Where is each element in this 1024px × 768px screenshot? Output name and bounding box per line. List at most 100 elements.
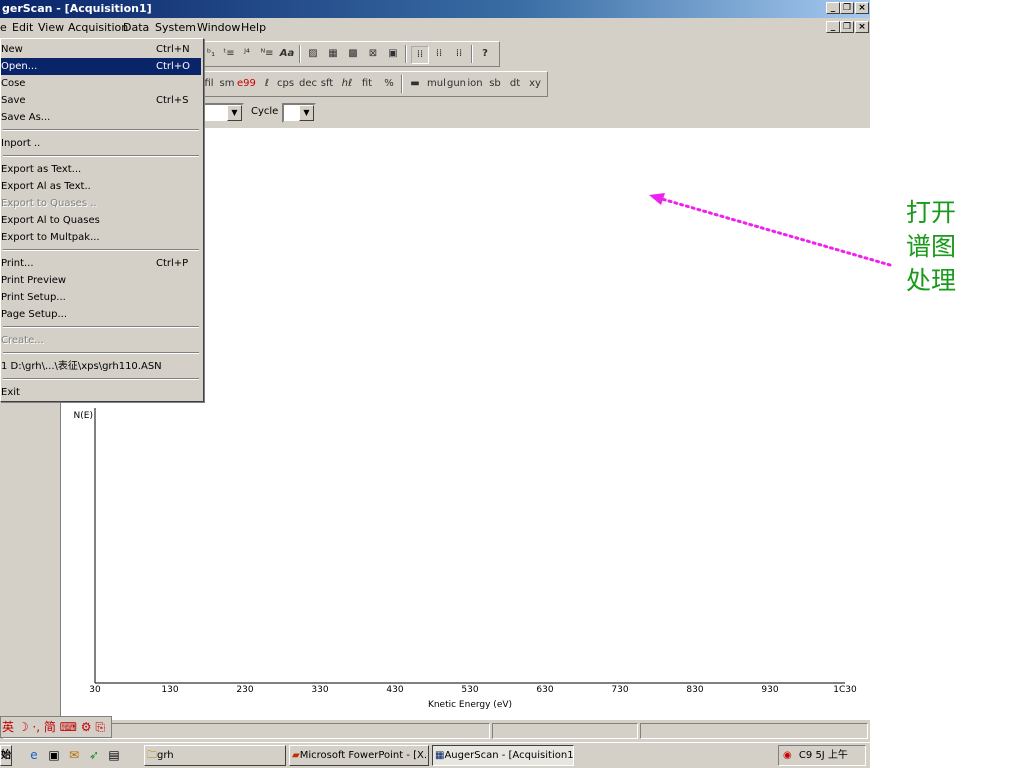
file-menu-item[interactable]: Print Preview xyxy=(1,272,201,289)
x-tick-label: 730 xyxy=(611,685,628,695)
menu-item-shortcut: Ctrl+P xyxy=(156,258,189,269)
chevron-down-icon[interactable]: ▼ xyxy=(227,105,242,121)
file-menu-item[interactable]: Export Al as Text.. xyxy=(1,178,201,195)
window-icon[interactable]: ▦ xyxy=(325,46,341,62)
fit-icon[interactable]: fit xyxy=(359,76,375,92)
menu-item-label: Cose xyxy=(1,78,26,89)
menu-data[interactable]: Data xyxy=(123,21,149,34)
line-icon[interactable]: ℓ xyxy=(259,76,275,92)
taskbar-button-grh[interactable]: 🗀grh xyxy=(144,745,286,766)
cycle-label: Cycle xyxy=(251,106,279,117)
file-menu-dropdown: New Ctrl+N Open... Ctrl+O Cose Save Ctrl+S Save… xyxy=(0,38,204,402)
align-left-icon[interactable]: ᴺ≡ xyxy=(259,46,275,62)
file-menu-item[interactable]: Save Ctrl+S xyxy=(1,92,201,109)
minimize-button[interactable]: _ xyxy=(826,2,840,14)
file-menu-item[interactable]: Export as Text... xyxy=(1,161,201,178)
file-menu-item[interactable]: Print Setup... xyxy=(1,289,201,306)
x-tick-label: 830 xyxy=(686,685,703,695)
file-menu-item[interactable]: Print... Ctrl+P xyxy=(1,255,201,272)
file-menu-item[interactable]: Cose xyxy=(1,75,201,92)
shift-icon[interactable]: sft xyxy=(319,76,335,92)
menu-item-label: Export Al to Quases xyxy=(1,215,100,226)
cycle-select[interactable]: ▼ xyxy=(282,103,316,123)
status-pane-3 xyxy=(640,723,868,739)
menu-view[interactable]: View xyxy=(38,21,64,34)
annotation-line: 处理 xyxy=(906,266,957,295)
menu-window[interactable]: Window xyxy=(197,21,240,34)
doc-icon[interactable]: ▣ xyxy=(385,46,401,62)
image-icon[interactable]: ▩ xyxy=(345,46,361,62)
folder-icon: 🗀 xyxy=(147,750,157,761)
menu-help[interactable]: Help xyxy=(241,21,266,34)
x-tick-label: 530 xyxy=(461,685,478,695)
font-aa-icon[interactable]: Aa xyxy=(279,46,295,62)
mdi-restore-button[interactable]: ❐ xyxy=(840,21,854,33)
x-tick-label: 930 xyxy=(761,685,778,695)
menu-separator xyxy=(3,249,199,251)
sort-icon[interactable]: ᵇ₁ xyxy=(203,46,219,62)
desktop-icon[interactable]: ▣ xyxy=(46,747,62,763)
menu-item-label: Exit xyxy=(1,387,20,398)
ion-icon[interactable]: ion xyxy=(467,76,483,92)
cps-icon[interactable]: cps xyxy=(277,76,294,92)
file-menu-item[interactable]: 1 D:\grh\...\表征\xps\grh110.ASN xyxy=(1,358,201,375)
file-menu-item[interactable]: Exit xyxy=(1,384,201,401)
file-menu-item: Export to Quases .. xyxy=(1,195,201,212)
powerpoint-icon: ▰ xyxy=(292,750,300,761)
grid-select-icon[interactable]: ⁞⁞ xyxy=(411,46,429,64)
menu-item-shortcut: Ctrl+S xyxy=(156,95,189,106)
outlook-icon[interactable]: ✉ xyxy=(66,747,82,763)
menu-file[interactable]: e xyxy=(0,21,7,34)
x-axis-label: Knetic Energy (eV) xyxy=(428,700,512,710)
sort-desc-icon[interactable]: ᵗ≡ xyxy=(221,46,237,62)
mdi-minimize-button[interactable]: _ xyxy=(826,21,840,33)
taskbar-button-label: Microsoft FowerPoint - [X... xyxy=(299,750,429,761)
file-menu-item[interactable]: Export Al to Quases xyxy=(1,212,201,229)
dt-icon[interactable]: dt xyxy=(507,76,523,92)
mul-icon[interactable]: mul xyxy=(427,76,446,92)
start-button[interactable]: 始 xyxy=(0,745,12,766)
toolbar-separator xyxy=(471,45,473,63)
menu-item-label: Export to Multpak... xyxy=(1,232,100,243)
chart-icon[interactable]: ▨ xyxy=(305,46,321,62)
restore-button[interactable]: ❐ xyxy=(840,2,854,14)
xy-icon[interactable]: xy xyxy=(527,76,543,92)
menu-acquisition[interactable]: Acquisition xyxy=(68,21,128,34)
bar-icon[interactable]: ▬ xyxy=(407,76,423,92)
taskbar-button-powerpoint[interactable]: ▰Microsoft FowerPoint - [X... xyxy=(289,745,429,766)
grid3-icon[interactable]: ⁞⁞ xyxy=(451,46,467,62)
arrow-icon[interactable]: ➶ xyxy=(86,747,102,763)
app-icon[interactable]: ▤ xyxy=(106,747,122,763)
sb-icon[interactable]: sb xyxy=(487,76,503,92)
ime-toolbar[interactable]: 英 ☽ ·, 简 ⌨ ⚙ ⎘ xyxy=(0,716,112,738)
file-menu-item[interactable]: Save As... xyxy=(1,109,201,126)
help-icon[interactable]: ? xyxy=(477,46,493,62)
ie-icon[interactable]: e xyxy=(26,747,42,763)
height-icon[interactable]: ℎℓ xyxy=(339,76,355,92)
gun-icon[interactable]: gun xyxy=(447,76,466,92)
menu-system[interactable]: System xyxy=(155,21,196,34)
menu-edit[interactable]: Edit xyxy=(12,21,33,34)
toolbar-row2: fil sm e99 ℓ cps dec sft ℎℓ fit % ▬ mul … xyxy=(200,71,548,97)
file-menu-item[interactable]: New Ctrl+N xyxy=(1,41,201,58)
file-menu-item[interactable]: Inport .. xyxy=(1,135,201,152)
mdi-close-button[interactable]: × xyxy=(855,21,869,33)
menu-separator xyxy=(3,352,199,354)
region-select[interactable]: ▼ xyxy=(200,103,244,123)
menu-item-label: Open... xyxy=(1,61,38,72)
file-menu-item[interactable]: Page Setup... xyxy=(1,306,201,323)
file-menu-item[interactable]: Export to Multpak... xyxy=(1,229,201,246)
close-button[interactable]: × xyxy=(855,2,869,14)
grid2-icon[interactable]: ⁞⁞ xyxy=(431,46,447,62)
crop-icon[interactable]: ⊠ xyxy=(365,46,381,62)
align-right-icon[interactable]: ᴶ⁴ xyxy=(239,46,255,62)
menu-item-label: New xyxy=(1,44,23,55)
e99-icon[interactable]: e99 xyxy=(237,76,256,92)
tray-app-icon[interactable]: ◉ xyxy=(779,750,796,761)
chevron-down-icon[interactable]: ▼ xyxy=(299,105,314,121)
smooth-icon[interactable]: sm xyxy=(219,76,235,92)
dec-icon[interactable]: dec xyxy=(299,76,317,92)
file-menu-item[interactable]: Open... Ctrl+O xyxy=(1,58,201,75)
percent-icon[interactable]: % xyxy=(381,76,397,92)
taskbar-button-augerscan[interactable]: ▦AugerScan - [Acquisition1] xyxy=(432,745,574,766)
